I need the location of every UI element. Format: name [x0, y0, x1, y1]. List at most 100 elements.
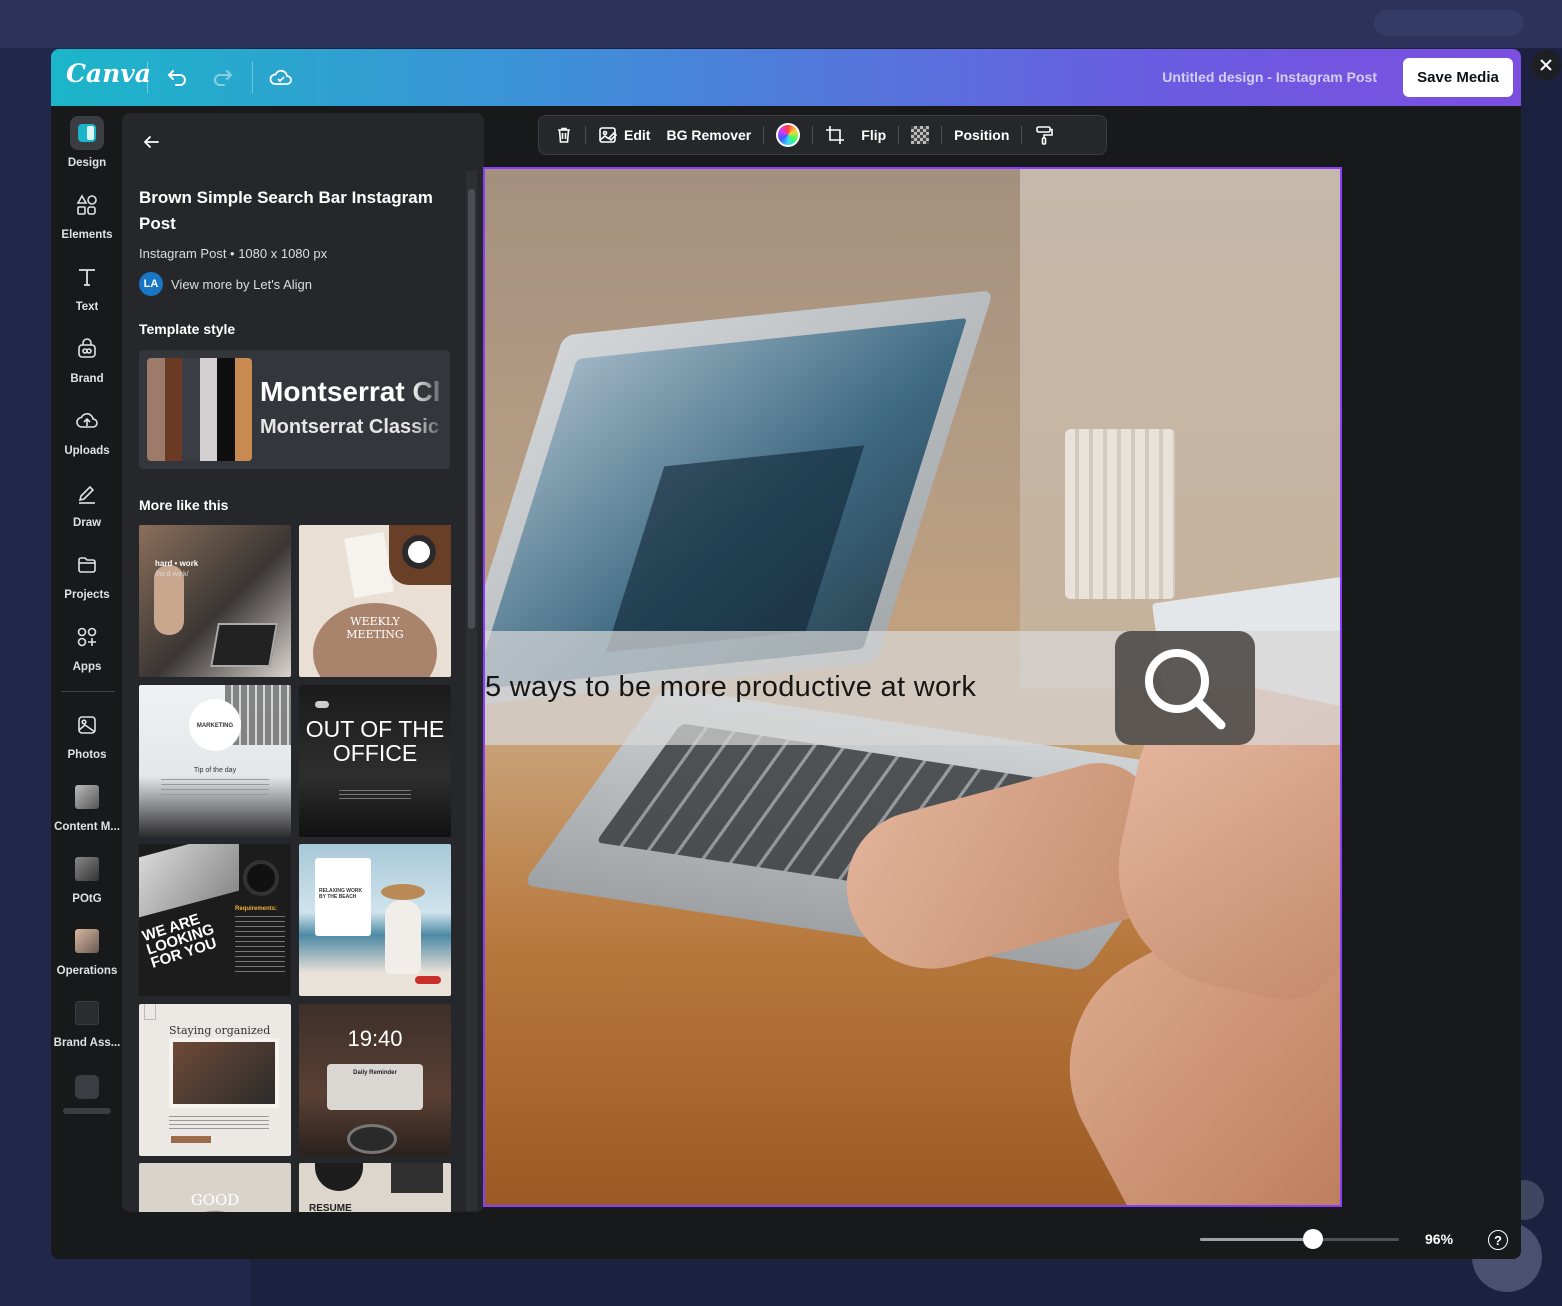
rail-label: Content M...	[54, 821, 120, 833]
rail-item-projects[interactable]: Projects	[51, 548, 123, 618]
edit-image-button[interactable]: Edit	[590, 119, 658, 151]
tile-figure	[385, 900, 421, 974]
tile-text: Staying organized	[169, 1024, 271, 1037]
search-button-graphic[interactable]	[1115, 631, 1255, 745]
rail-item-draw[interactable]: Draw	[51, 476, 123, 546]
more-apps-placeholder[interactable]	[75, 1075, 99, 1099]
rail-label: Design	[67, 157, 107, 169]
toolbar-divider	[763, 126, 765, 144]
zoom-slider-thumb[interactable]	[1303, 1229, 1324, 1249]
color-palette	[147, 358, 252, 461]
template-tile[interactable]: RESUME	[299, 1163, 451, 1212]
flip-label: Flip	[861, 127, 887, 143]
tile-text: RESUME	[309, 1203, 352, 1212]
crop-icon	[826, 126, 845, 144]
transparency-button[interactable]	[903, 119, 937, 151]
copy-style-button[interactable]	[1026, 119, 1062, 151]
swatch	[164, 358, 182, 461]
position-button[interactable]: Position	[946, 119, 1017, 151]
rail-item-operations[interactable]: Operations	[51, 924, 123, 994]
template-tile[interactable]: WE ARE LOOKING FOR YOU Requirements:	[139, 844, 291, 996]
template-style-card[interactable]: Montserrat Cl Montserrat Classic	[139, 350, 450, 469]
tile-text: WEEKLY MEETING	[346, 615, 404, 641]
bg-remover-button[interactable]: BG Remover	[658, 119, 759, 151]
template-tile[interactable]: hard • work /hɑːd·wɜːk/	[139, 525, 291, 677]
swatch	[199, 358, 217, 461]
template-tile[interactable]: OUT OF THE OFFICE	[299, 685, 451, 837]
design-canvas[interactable]: 5 ways to be more productive at work	[483, 167, 1342, 1207]
uploads-icon	[70, 404, 104, 438]
trash-icon	[558, 127, 570, 143]
template-tile[interactable]: Staying organized	[139, 1004, 291, 1156]
help-button[interactable]: ?	[1488, 1230, 1508, 1250]
tile-laptop	[210, 623, 278, 667]
template-tile[interactable]: 19:40 Daily Reminder	[299, 1004, 451, 1156]
cloud-save-status[interactable]	[267, 63, 295, 91]
cloud-check-icon	[269, 69, 292, 85]
flip-button[interactable]: Flip	[853, 119, 894, 151]
color-picker-button[interactable]	[768, 119, 808, 151]
zoom-value[interactable]: 96%	[1425, 1231, 1453, 1247]
undo-button[interactable]	[163, 63, 191, 91]
rail-item-content-management[interactable]: Content M...	[51, 780, 123, 850]
rail-item-uploads[interactable]: Uploads	[51, 404, 123, 474]
document-title[interactable]: Untitled design - Instagram Post	[1162, 69, 1377, 85]
elements-icon	[70, 188, 104, 222]
rail-label: Projects	[64, 589, 110, 601]
tile-body-lines	[161, 779, 269, 799]
rail-label: Photos	[67, 749, 107, 761]
rail-item-elements[interactable]: Elements	[51, 188, 123, 258]
redo-button[interactable]	[209, 63, 237, 91]
rail-item-brand[interactable]: Brand	[51, 332, 123, 402]
back-button[interactable]	[138, 129, 164, 155]
template-tile[interactable]: WEEKLY MEETING	[299, 525, 451, 677]
panel-scroll-thumb[interactable]	[468, 189, 475, 629]
template-tile[interactable]: GOOD	[139, 1163, 291, 1212]
brand-icon	[70, 332, 104, 366]
rail-label: Brand Ass...	[53, 1037, 121, 1049]
close-modal-button[interactable]	[1531, 50, 1561, 80]
style-fade	[410, 350, 450, 469]
template-tile[interactable]: RELAXING WORK BY THE BEACH	[299, 844, 451, 996]
rail-item-text[interactable]: Text	[51, 260, 123, 330]
tile-text: WE ARE LOOKING FOR YOU	[140, 910, 219, 972]
arrow-left-icon	[143, 136, 159, 148]
header-divider	[147, 61, 148, 93]
template-title: Brown Simple Search Bar Instagram Post	[139, 188, 433, 233]
toolbar-divider	[898, 126, 900, 144]
position-label: Position	[954, 127, 1010, 143]
tile-logo-block	[391, 1163, 443, 1193]
text-icon	[70, 260, 104, 294]
rail-item-apps[interactable]: Apps	[51, 620, 123, 690]
template-tile[interactable]: MARKETING Tip of the day	[139, 685, 291, 837]
search-bar-text[interactable]: 5 ways to be more productive at work	[485, 671, 976, 704]
rail-item-brand-assets[interactable]: Brand Ass...	[51, 996, 123, 1066]
swatch	[217, 358, 235, 461]
delete-button[interactable]	[547, 119, 581, 151]
rail-item-photos[interactable]: Photos	[51, 708, 123, 778]
crop-button[interactable]	[817, 119, 853, 151]
rail-item-potg[interactable]: POtG	[51, 852, 123, 922]
draw-icon	[70, 476, 104, 510]
rail-item-design[interactable]: Design	[51, 116, 123, 186]
design-icon	[70, 116, 104, 150]
more-like-this-heading: More like this	[139, 497, 229, 513]
rail-label: Draw	[72, 517, 102, 529]
zoom-slider[interactable]	[1200, 1229, 1399, 1249]
author-link[interactable]: LA View more by Let's Align	[139, 272, 312, 296]
tile-text: RELAXING WORK BY THE BEACH	[319, 888, 363, 900]
background-user-menu	[1374, 10, 1524, 36]
image-edit-icon	[599, 127, 618, 143]
color-wheel-icon	[776, 123, 801, 147]
paint-roller-icon	[1036, 126, 1054, 145]
left-rail: Design Elements Text Brand Uploads Draw …	[51, 106, 123, 1259]
toolbar-divider	[1021, 126, 1023, 144]
tile-subtext: Requirements:	[235, 906, 278, 912]
tile-cup	[243, 860, 279, 896]
tile-button	[415, 976, 441, 984]
tile-coffee-cup	[402, 535, 436, 569]
save-media-button[interactable]: Save Media	[1403, 58, 1513, 97]
panel-scrollbar[interactable]	[466, 171, 477, 1211]
rail-label: Brand	[70, 373, 104, 385]
tile-body-lines	[235, 916, 285, 976]
